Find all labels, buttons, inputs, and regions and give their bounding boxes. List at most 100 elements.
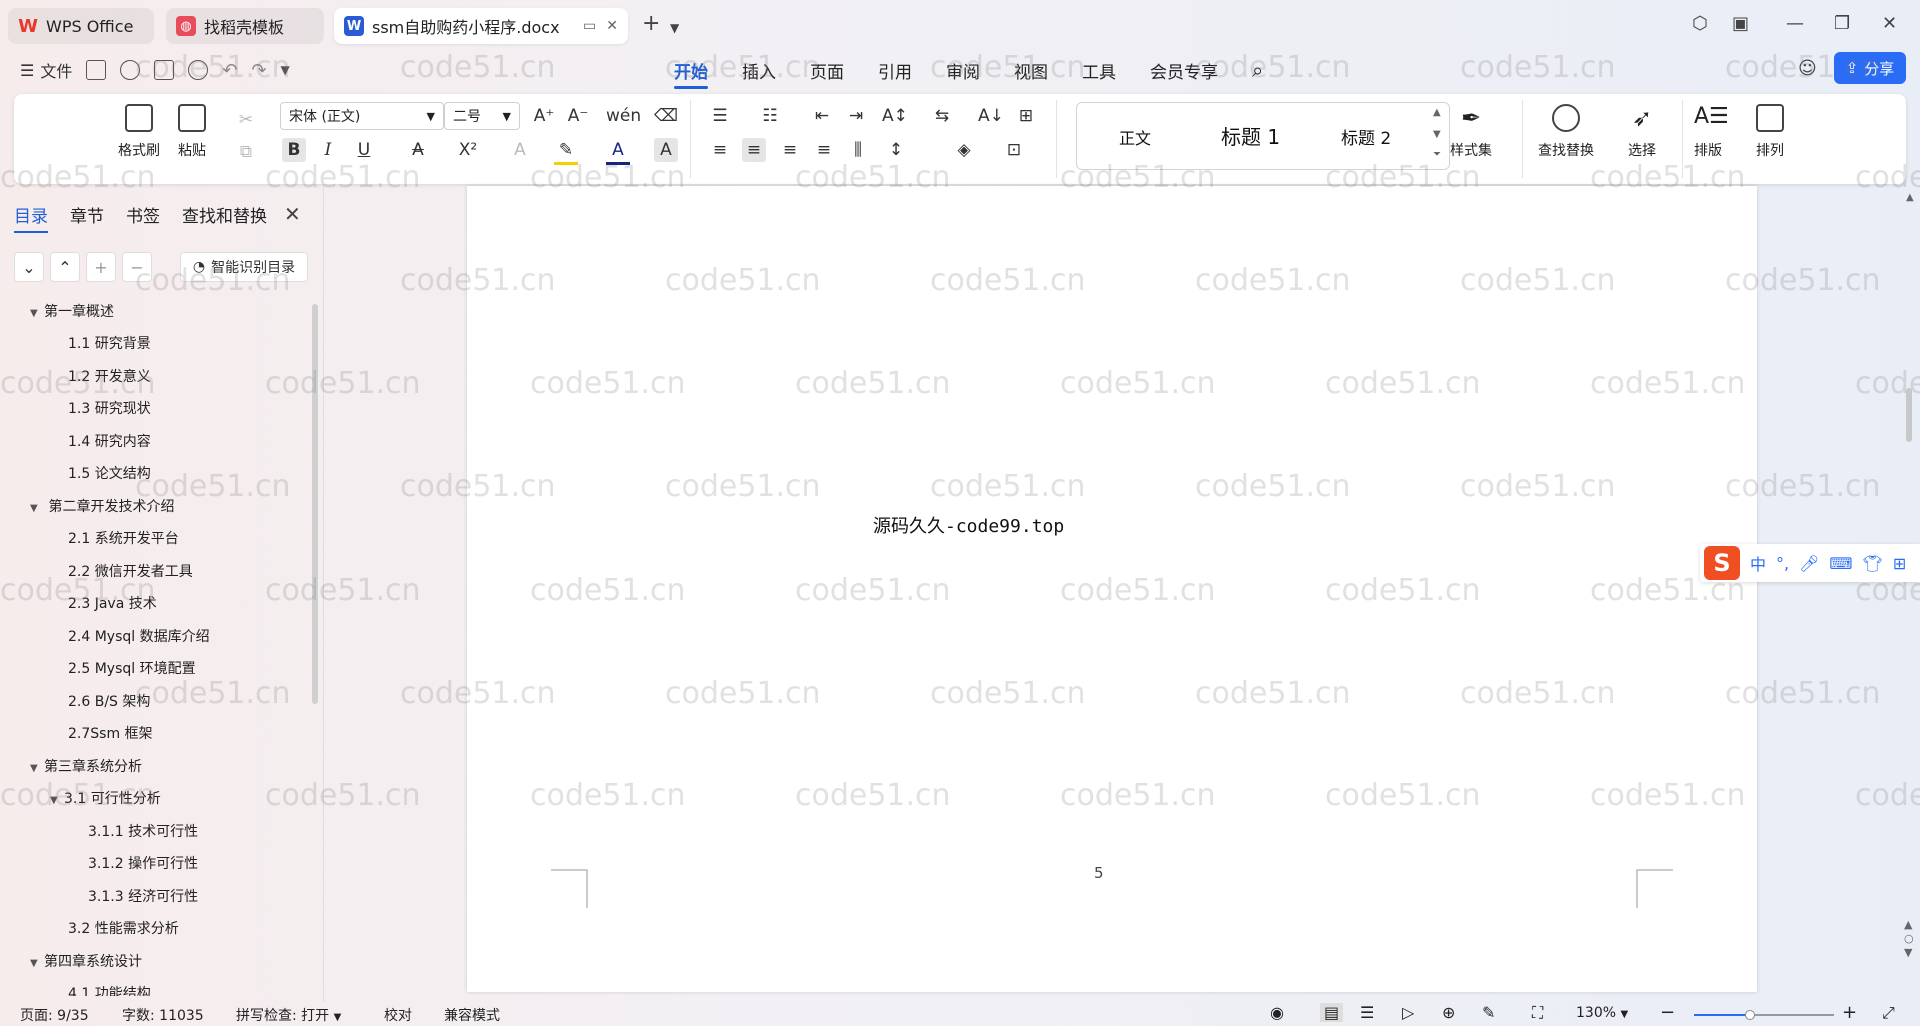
tab-wps-office[interactable]: W WPS Office — [8, 8, 154, 44]
ime-mode-label[interactable]: 中 — [1750, 551, 1766, 575]
tab-list-chevron-icon[interactable]: ▼ — [670, 18, 679, 38]
zoom-slider[interactable] — [1694, 1010, 1834, 1020]
body-text[interactable]: 源码久久-code99.top — [873, 512, 1064, 538]
char-shading-icon[interactable]: A — [654, 138, 678, 162]
nav-tab-sections[interactable]: 章节 — [70, 202, 104, 233]
zoom-select[interactable]: 130% ▼ — [1576, 1005, 1628, 1021]
tab-tools[interactable]: 工具 — [1082, 50, 1116, 90]
chevron-up-icon[interactable]: ▲ — [1433, 107, 1441, 118]
expand-all-icon[interactable]: ⌄ — [14, 252, 44, 282]
line-spacing-icon[interactable]: ↕ — [884, 138, 908, 162]
tab-page[interactable]: 页面 — [810, 50, 844, 90]
justify-icon[interactable]: ≡ — [812, 138, 836, 162]
tab-view[interactable]: 视图 — [1014, 50, 1048, 90]
copy-icon[interactable]: ⧉ — [234, 140, 258, 164]
toc-item[interactable]: 2.5 Mysql 环境配置 — [0, 657, 196, 681]
format-painter-button[interactable]: 格式刷 — [118, 104, 160, 160]
toc-item[interactable]: 2.6 B/S 架构 — [0, 690, 150, 714]
eye-protection-icon[interactable]: ◉ — [1270, 1003, 1284, 1022]
float-window-icon[interactable]: ▭ — [583, 18, 596, 34]
save-icon[interactable] — [86, 60, 107, 80]
redo-icon[interactable]: ↷ — [251, 60, 266, 81]
text-direction-icon[interactable]: A↕ — [882, 104, 908, 128]
toc-item[interactable]: 1.5 论文结构 — [0, 462, 151, 486]
close-icon[interactable]: ✕ — [1882, 14, 1897, 34]
caret-down-icon[interactable]: ▼ — [30, 952, 44, 976]
skin-icon[interactable]: 👕︎ — [1863, 554, 1883, 573]
nav-tab-toc[interactable]: 目录 — [14, 202, 48, 233]
toc-item[interactable]: 1.4 研究内容 — [0, 430, 151, 454]
word-count[interactable]: 字数: 11035 — [122, 1005, 204, 1025]
file-menu[interactable]: ☰ 文件 — [20, 58, 72, 82]
toc-item[interactable]: 2.2 微信开发者工具 — [0, 560, 193, 584]
page-nav-icons[interactable]: ▲ ○ ▼ — [1904, 918, 1914, 960]
fit-page-icon[interactable]: ⛶ — [1532, 1003, 1543, 1023]
spell-check-toggle[interactable]: 拼写检查: 打开 ▼ — [236, 1005, 341, 1025]
clear-format-icon[interactable]: ⌫ — [654, 104, 678, 128]
toc-item[interactable]: 3.1.2 操作可行性 — [0, 852, 198, 876]
toc-item[interactable]: ▼ 3.1 可行性分析 — [0, 787, 161, 811]
swap-icon[interactable]: ⇆ — [930, 104, 954, 128]
export-pdf-icon[interactable] — [120, 60, 141, 80]
collapse-icon[interactable]: ⌃ — [50, 252, 80, 282]
align-center-icon[interactable]: ≡ — [742, 138, 766, 162]
outline-view-icon[interactable]: ☰ — [1360, 1003, 1374, 1022]
distribute-icon[interactable]: ⫼ — [846, 138, 870, 162]
find-replace-button[interactable]: 查找替换 — [1538, 104, 1594, 160]
document-page[interactable]: 源码久久-code99.top 5 — [467, 186, 1757, 992]
shading-icon[interactable]: ◈ — [952, 138, 976, 162]
close-pane-icon[interactable]: ✕ — [284, 202, 301, 226]
chevron-down-icon[interactable]: ▼ — [1433, 129, 1441, 140]
toc-item[interactable]: 2.1 系统开发平台 — [0, 527, 179, 551]
toc-item[interactable]: 1.2 开发意义 — [0, 365, 151, 389]
font-name-select[interactable]: 宋体 (正文) ▼ — [280, 102, 444, 130]
strikethrough-icon[interactable]: A — [406, 138, 430, 162]
tab-home[interactable]: 开始 — [674, 50, 708, 90]
avatar[interactable]: ▣ — [1732, 14, 1749, 34]
cube-icon[interactable]: ⬡ — [1692, 14, 1708, 34]
shrink-font-icon[interactable]: A⁻ — [566, 104, 590, 128]
toc-item[interactable]: 3.1.3 经济可行性 — [0, 885, 198, 909]
toc-item[interactable]: 3.2 性能需求分析 — [0, 917, 179, 941]
quick-access-chevron-icon[interactable]: ▼ — [281, 63, 290, 77]
font-color-icon[interactable]: A — [606, 138, 630, 165]
keyboard-icon[interactable]: ⌨ — [1829, 554, 1852, 573]
decrease-indent-icon[interactable]: ⇤ — [810, 104, 834, 128]
punctuation-icon[interactable]: °, — [1776, 554, 1789, 573]
close-tab-icon[interactable]: ✕ — [606, 18, 618, 34]
fullscreen-icon[interactable]: ⤢ — [1882, 1003, 1895, 1023]
smart-toc-button[interactable]: ◔ 智能识别目录 — [180, 252, 308, 282]
nav-tab-bookmarks[interactable]: 书签 — [126, 202, 160, 233]
microphone-icon[interactable]: 🎤︎ — [1799, 554, 1819, 573]
cut-icon[interactable]: ✂ — [234, 108, 258, 132]
new-tab-icon[interactable]: + — [642, 13, 660, 35]
tab-references[interactable]: 引用 — [878, 50, 912, 90]
style-set-button[interactable]: ✒ 样式集 — [1450, 104, 1492, 160]
superscript-icon[interactable]: X² — [456, 138, 480, 162]
italic-button[interactable]: I — [316, 138, 340, 162]
zoom-out-icon[interactable]: − — [1660, 1002, 1675, 1023]
arrange-button[interactable]: 排列 — [1756, 104, 1784, 160]
add-heading-icon[interactable]: + — [86, 252, 116, 282]
sort-icon[interactable]: A↓ — [978, 104, 1004, 128]
nav-scrollbar[interactable] — [312, 304, 318, 704]
bullet-list-icon[interactable]: ☰ — [708, 104, 732, 128]
page-view-icon[interactable]: ▤ — [1320, 1003, 1344, 1022]
text-effect-icon[interactable]: A — [508, 138, 532, 162]
caret-down-icon[interactable]: ▼ — [30, 757, 44, 781]
toc-item[interactable]: 2.7Ssm 框架 — [0, 722, 153, 746]
vertical-scrollbar-thumb[interactable] — [1906, 388, 1912, 442]
pen-icon[interactable]: ✎ — [1482, 1003, 1495, 1022]
show-marks-icon[interactable]: ⊞ — [1014, 104, 1038, 128]
search-icon[interactable]: ⌕ — [1252, 50, 1263, 90]
caret-down-icon[interactable]: ▼ — [30, 497, 44, 521]
print-icon[interactable] — [154, 60, 175, 80]
align-right-icon[interactable]: ≡ — [778, 138, 802, 162]
minimize-icon[interactable]: — — [1786, 14, 1804, 34]
layout-button[interactable]: A☰ 排版 — [1694, 104, 1729, 160]
scroll-up-icon[interactable]: ▲ — [1906, 192, 1914, 203]
paste-button[interactable]: 粘贴 — [178, 104, 206, 160]
toc-item[interactable]: ▼ 第二章开发技术介绍 — [0, 495, 174, 519]
numbered-list-icon[interactable]: ☷ — [758, 104, 782, 128]
bold-button[interactable]: B — [282, 138, 306, 162]
